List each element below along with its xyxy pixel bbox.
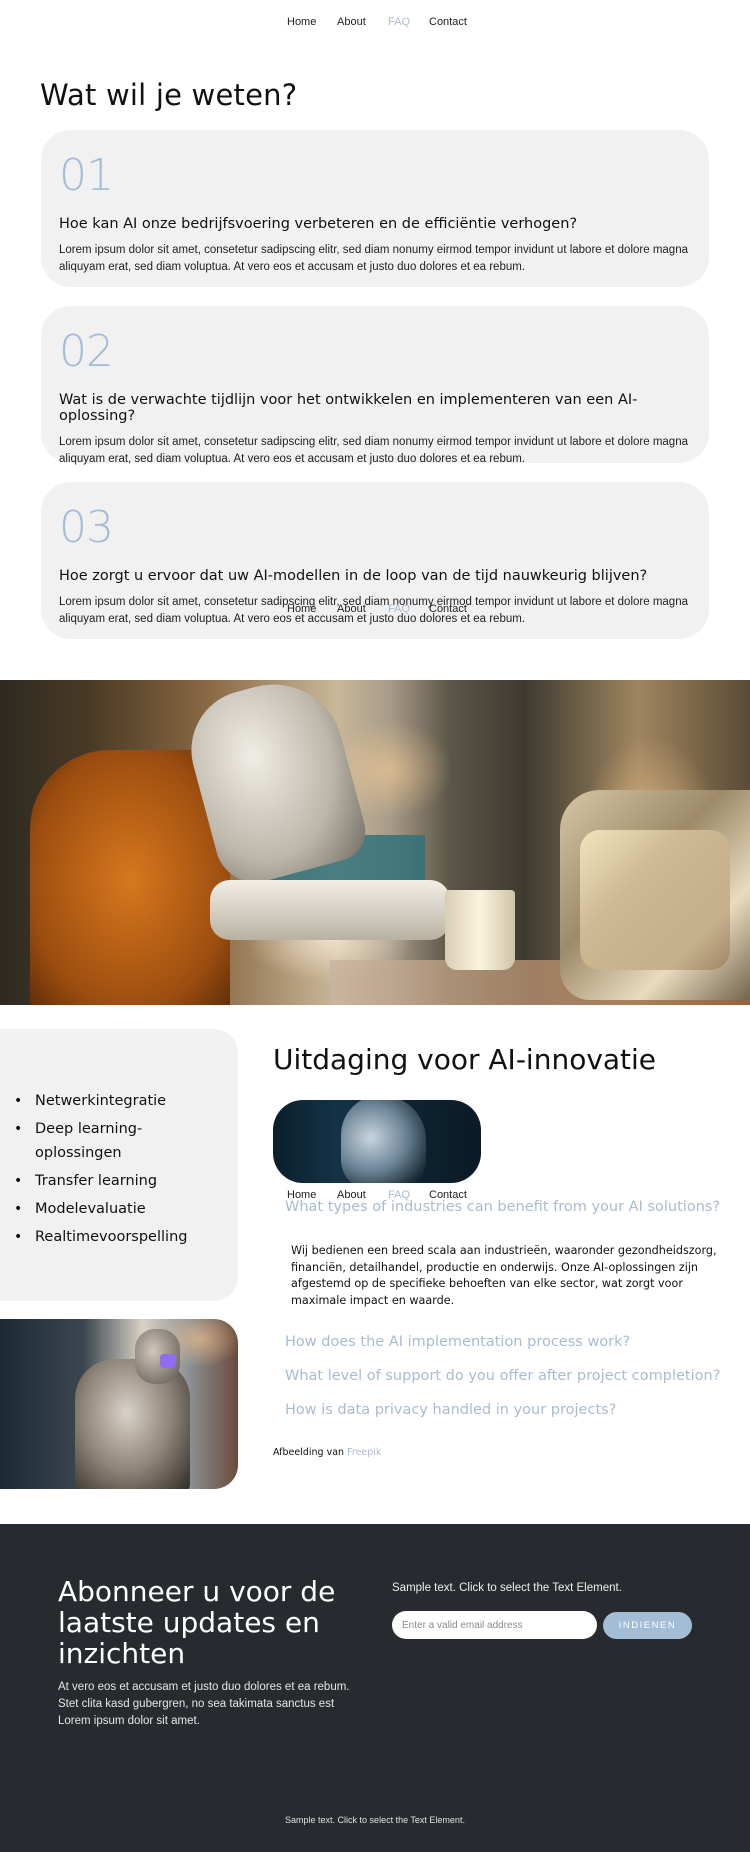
faq-title: Wat wil je weten? [40,78,298,112]
faq-card-question: Hoe kan AI onze bedrijfsvoering verbeter… [59,216,578,232]
image-credit: Afbeelding van Freepik [273,1447,381,1458]
faq-card-answer: Lorem ipsum dolor sit amet, consetetur s… [59,596,688,625]
subscribe-sample-text: Sample text. Click to select the Text El… [392,1582,622,1594]
features-list-item: Modelevaluatie [14,1197,218,1221]
subscribe-text: At vero eos et accusam et justo duo dolo… [58,1681,350,1727]
faq-card-number: 01 [59,150,114,201]
hero-cup [445,890,515,970]
features-list-item: Netwerkintegratie [14,1089,218,1113]
challenge-title: Uitdaging voor AI-innovatie [273,1043,657,1076]
features-list-item: Deep learning-oplossingen [14,1117,218,1165]
features-list: Netwerkintegratie Deep learning-oplossin… [14,1089,218,1249]
nav-home[interactable]: Home [287,603,316,615]
nav-home[interactable]: Home [287,16,316,28]
robot-visor [160,1354,176,1368]
faq-card-answer: Lorem ipsum dolor sit amet, consetetur s… [59,244,688,273]
robot-face-image [273,1100,481,1183]
hero-robot-arm [210,880,450,940]
freepik-link[interactable]: Freepik [347,1447,381,1458]
faq-card: 01 Hoe kan AI onze bedrijfsvoering verbe… [41,130,709,287]
faq-card-number: 02 [59,326,114,377]
subscribe-footer: Abonneer u voor de laatste updates en in… [0,1524,750,1852]
robot-phone-image [0,1319,238,1489]
hero-toaster-window [580,830,730,970]
faq-card: 02 Wat is de verwachte tijdlijn voor het… [41,306,709,465]
hero-image [0,680,750,1005]
faq-card-question: Wat is de verwachte tijdlijn voor het on… [59,392,638,424]
features-list-item: Transfer learning [14,1169,218,1193]
nav-faq[interactable]: FAQ [388,603,410,615]
accordion-question-support[interactable]: What level of support do you offer after… [285,1368,720,1384]
features-card: Netwerkintegratie Deep learning-oplossin… [0,1029,238,1301]
submit-button[interactable]: INDIENEN [603,1612,692,1639]
email-input[interactable] [392,1611,597,1639]
faq-card: 03 Hoe zorgt u ervoor dat uw AI-modellen… [41,482,709,639]
footer-sample-text: Sample text. Click to select the Text El… [285,1815,465,1825]
accordion-question-industries[interactable]: What types of industries can benefit fro… [285,1199,720,1215]
features-list-item: Realtimevoorspelling [14,1225,218,1249]
accordion-question-privacy[interactable]: How is data privacy handled in your proj… [285,1402,616,1418]
nav-contact[interactable]: Contact [429,16,467,28]
nav-faq[interactable]: FAQ [388,16,410,28]
image-credit-prefix: Afbeelding van [273,1447,345,1458]
faq-card-number: 03 [59,502,114,553]
faq-card-question: Hoe zorgt u ervoor dat uw AI-modellen in… [59,568,648,584]
accordion-question-process[interactable]: How does the AI implementation process w… [285,1334,630,1350]
nav-about[interactable]: About [337,16,366,28]
nav-about[interactable]: About [337,603,366,615]
cyborg-face [341,1100,426,1183]
faq-card-answer: Lorem ipsum dolor sit amet, consetetur s… [59,436,688,465]
subscribe-title: Abonneer u voor de laatste updates en in… [58,1575,336,1670]
accordion-answer: Wij bedienen een breed scala aan industr… [291,1244,717,1307]
nav-contact[interactable]: Contact [429,603,467,615]
